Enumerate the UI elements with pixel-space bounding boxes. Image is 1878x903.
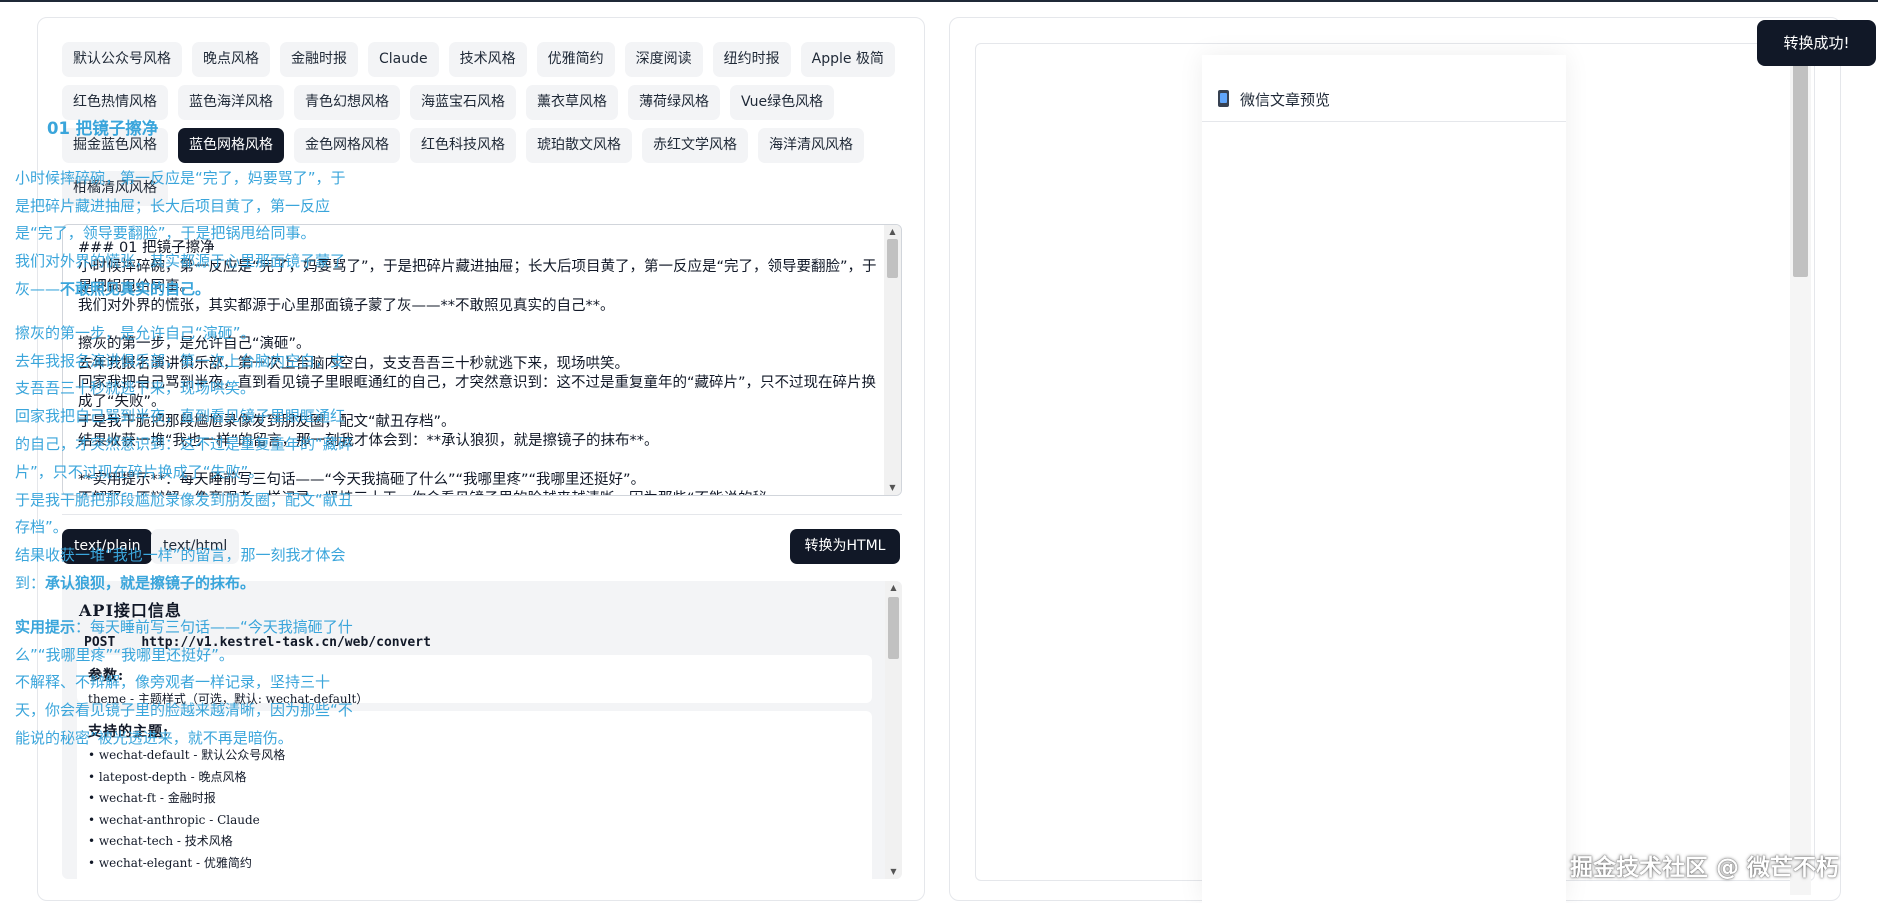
article-text: 回家我把自己骂到半夜，直到看见镜子里眼眶通红的自己，才突然意识到：这不过是重复童…	[15, 407, 353, 481]
theme-chip[interactable]: 琥珀散文风格	[526, 128, 632, 163]
article-body: 小时候摔碎碗，第一反应是“完了，妈要骂了”，于是把碎片藏进抽屉；长大后项目黄了，…	[15, 165, 353, 753]
preview-header: 微信文章预览	[1202, 77, 1566, 122]
theme-chip[interactable]: 纽约时报	[712, 42, 791, 77]
scroll-down-arrow-icon[interactable]: ▼	[884, 481, 901, 495]
article-text: 于是我干脆把那段尴尬录像发到朋友圈，配文“献丑存档”。	[15, 490, 353, 537]
article-text: 不解释、不辩解，像旁观者一样记录，坚持三十天，你会看见镜子里的脸越来越清晰，因为…	[15, 673, 353, 747]
article-bold-text: 实用提示	[15, 617, 76, 636]
api-scroll-down-icon[interactable]: ▼	[885, 865, 902, 879]
preview-header-title: 微信文章预览	[1240, 91, 1331, 109]
convert-to-html-button[interactable]: 转换为HTML	[790, 529, 900, 564]
theme-chip[interactable]: 默认公众号风格	[62, 42, 182, 77]
theme-chip[interactable]: 金融时报	[280, 42, 358, 77]
preview-article: 01 把镜子擦净 小时候摔碎碗，第一反应是“完了，妈要骂了”，于是把碎片藏进抽屉…	[15, 115, 353, 769]
theme-chip[interactable]: 薰衣草风格	[526, 85, 618, 120]
article-paragraph: 实用提示：每天睡前写三句话——“今天我搞砸了什么”“我哪里疼”“我哪里还挺好”。…	[15, 614, 353, 753]
api-scroll-up-icon[interactable]: ▲	[885, 581, 902, 595]
preview-scroll-thumb[interactable]	[1793, 55, 1808, 277]
article-text: 小时候摔碎碗，第一反应是“完了，妈要骂了”，于是把碎片藏进抽屉；长大后项目黄了，…	[15, 168, 346, 243]
theme-chip[interactable]: 深度阅读	[624, 42, 703, 77]
theme-chip[interactable]: Claude	[368, 42, 439, 77]
theme-chip[interactable]: 晚点风格	[192, 42, 270, 77]
api-theme-item: • wechat-ft - 金融时报	[88, 791, 216, 805]
editor-scroll-thumb[interactable]	[887, 239, 898, 278]
theme-chip[interactable]: 技术风格	[448, 42, 527, 77]
article-heading: 01 把镜子擦净	[47, 119, 159, 138]
theme-chip[interactable]: Apple 极简	[800, 42, 895, 77]
article-paragraph: 擦灰的第一步，是允许自己“演砸”。去年我报名演讲俱乐部，第一次上台脑内空白，支支…	[15, 320, 353, 598]
theme-chip[interactable]: 红色科技风格	[410, 128, 516, 163]
success-toast: 转换成功!	[1757, 20, 1876, 66]
theme-chip[interactable]: 海蓝宝石风格	[410, 85, 516, 120]
api-theme-item: • wechat-tech - 技术风格	[88, 834, 233, 848]
wechat-phone-preview: 微信文章预览	[1202, 55, 1566, 903]
api-theme-item: • latepost-depth - 晚点风格	[88, 769, 247, 784]
theme-chip[interactable]: 海洋清风风格	[758, 128, 864, 163]
api-theme-item: • wechat-anthropic - Claude	[88, 812, 260, 827]
watermark: 掘金技术社区 @ 微芒不朽	[1570, 855, 1840, 881]
api-theme-item: • wechat-elegant - 优雅简约	[88, 855, 252, 870]
editor-scrollbar[interactable]: ▲ ▼	[884, 225, 901, 495]
top-border	[0, 0, 1878, 2]
api-scroll-thumb[interactable]	[888, 597, 899, 659]
article-bold-text: 不敢照见真实的自己。	[60, 279, 211, 298]
theme-chip[interactable]: 赤红文学风格	[642, 128, 748, 163]
theme-chip[interactable]: Vue绿色风格	[730, 85, 835, 120]
article-text: 擦灰的第一步，是允许自己“演砸”。	[15, 323, 256, 342]
scroll-up-arrow-icon[interactable]: ▲	[884, 225, 901, 239]
article-text: 去年我报名演讲俱乐部，第一次上台脑内空白，支支吾吾三十秒就逃下来，现场哄笑。	[15, 351, 346, 398]
theme-chip[interactable]: 优雅简约	[536, 42, 615, 77]
api-scrollbar[interactable]: ▲ ▼	[885, 581, 902, 879]
theme-chip[interactable]: 薄荷绿风格	[628, 85, 720, 120]
article-bold-text: 承认狼狈，就是擦镜子的抹布。	[45, 573, 256, 592]
article-paragraph: 小时候摔碎碗，第一反应是“完了，妈要骂了”，于是把碎片藏进抽屉；长大后项目黄了，…	[15, 165, 353, 304]
phone-icon	[1218, 90, 1229, 107]
